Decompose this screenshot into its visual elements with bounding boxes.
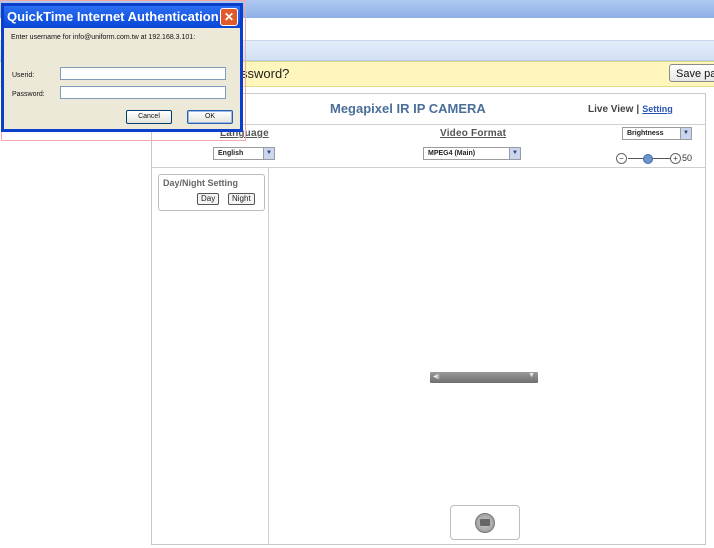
top-nav: Live View | Setting: [588, 104, 673, 115]
slider-decrease-button[interactable]: −: [616, 153, 627, 164]
chevron-down-icon: ▼: [263, 148, 274, 159]
video-format-select-value: MPEG4 (Main): [428, 150, 476, 157]
left-panel: Day/Night Setting Day Night: [152, 168, 269, 544]
day-night-panel: Day/Night Setting Day Night: [158, 174, 265, 211]
camera-page: Megapixel IR IP CAMERA Live View | Setting…: [151, 93, 706, 545]
dialog-title: QuickTime Internet Authentication: [7, 9, 219, 24]
volume-icon[interactable]: ◀): [433, 373, 440, 380]
cancel-button[interactable]: Cancel: [126, 110, 172, 124]
player-menu-icon[interactable]: ▼: [528, 372, 535, 379]
password-field[interactable]: [60, 86, 226, 99]
camera-snapshot-icon[interactable]: [475, 513, 495, 533]
quicktime-auth-dialog: QuickTime Internet Authentication ✕ Ente…: [1, 3, 243, 132]
day-button[interactable]: Day: [197, 193, 220, 205]
snapshot-panel: [450, 505, 520, 540]
close-icon[interactable]: ✕: [220, 8, 238, 26]
userid-field[interactable]: [60, 67, 226, 80]
video-format-select[interactable]: MPEG4 (Main) ▼: [423, 147, 521, 160]
brightness-slider: − + 50: [616, 153, 706, 165]
chevron-down-icon: ▼: [509, 148, 520, 159]
slider-handle[interactable]: [643, 154, 653, 164]
save-password-button[interactable]: Save pass: [669, 64, 714, 82]
language-select[interactable]: English ▼: [213, 147, 275, 160]
userid-label: Userid:: [12, 72, 35, 79]
brightness-value: 50: [682, 153, 693, 163]
night-button[interactable]: Night: [228, 193, 255, 205]
page-title: Megapixel IR IP CAMERA: [330, 101, 486, 116]
nav-live-view[interactable]: Live View: [588, 104, 633, 115]
nav-setting-link[interactable]: Setting: [642, 104, 673, 114]
password-label: Password:: [12, 91, 45, 98]
dialog-prompt: Enter username for info@uniform.com.tw a…: [11, 34, 196, 41]
image-parameter-select-value: Brightness: [627, 130, 664, 137]
video-format-label: Video Format: [440, 128, 507, 139]
save-password-prompt: ssword?: [241, 66, 290, 81]
nav-separator: |: [636, 104, 640, 115]
slider-increase-button[interactable]: +: [670, 153, 681, 164]
day-night-title: Day/Night Setting: [163, 178, 239, 188]
language-select-value: English: [218, 150, 244, 157]
dialog-title-bar[interactable]: QuickTime Internet Authentication ✕: [4, 6, 240, 28]
chevron-down-icon: ▼: [680, 128, 691, 139]
image-parameter-select[interactable]: Brightness ▼: [622, 127, 692, 140]
ok-button[interactable]: OK: [187, 110, 233, 124]
video-player-controls[interactable]: ◀) ▼: [430, 372, 538, 383]
